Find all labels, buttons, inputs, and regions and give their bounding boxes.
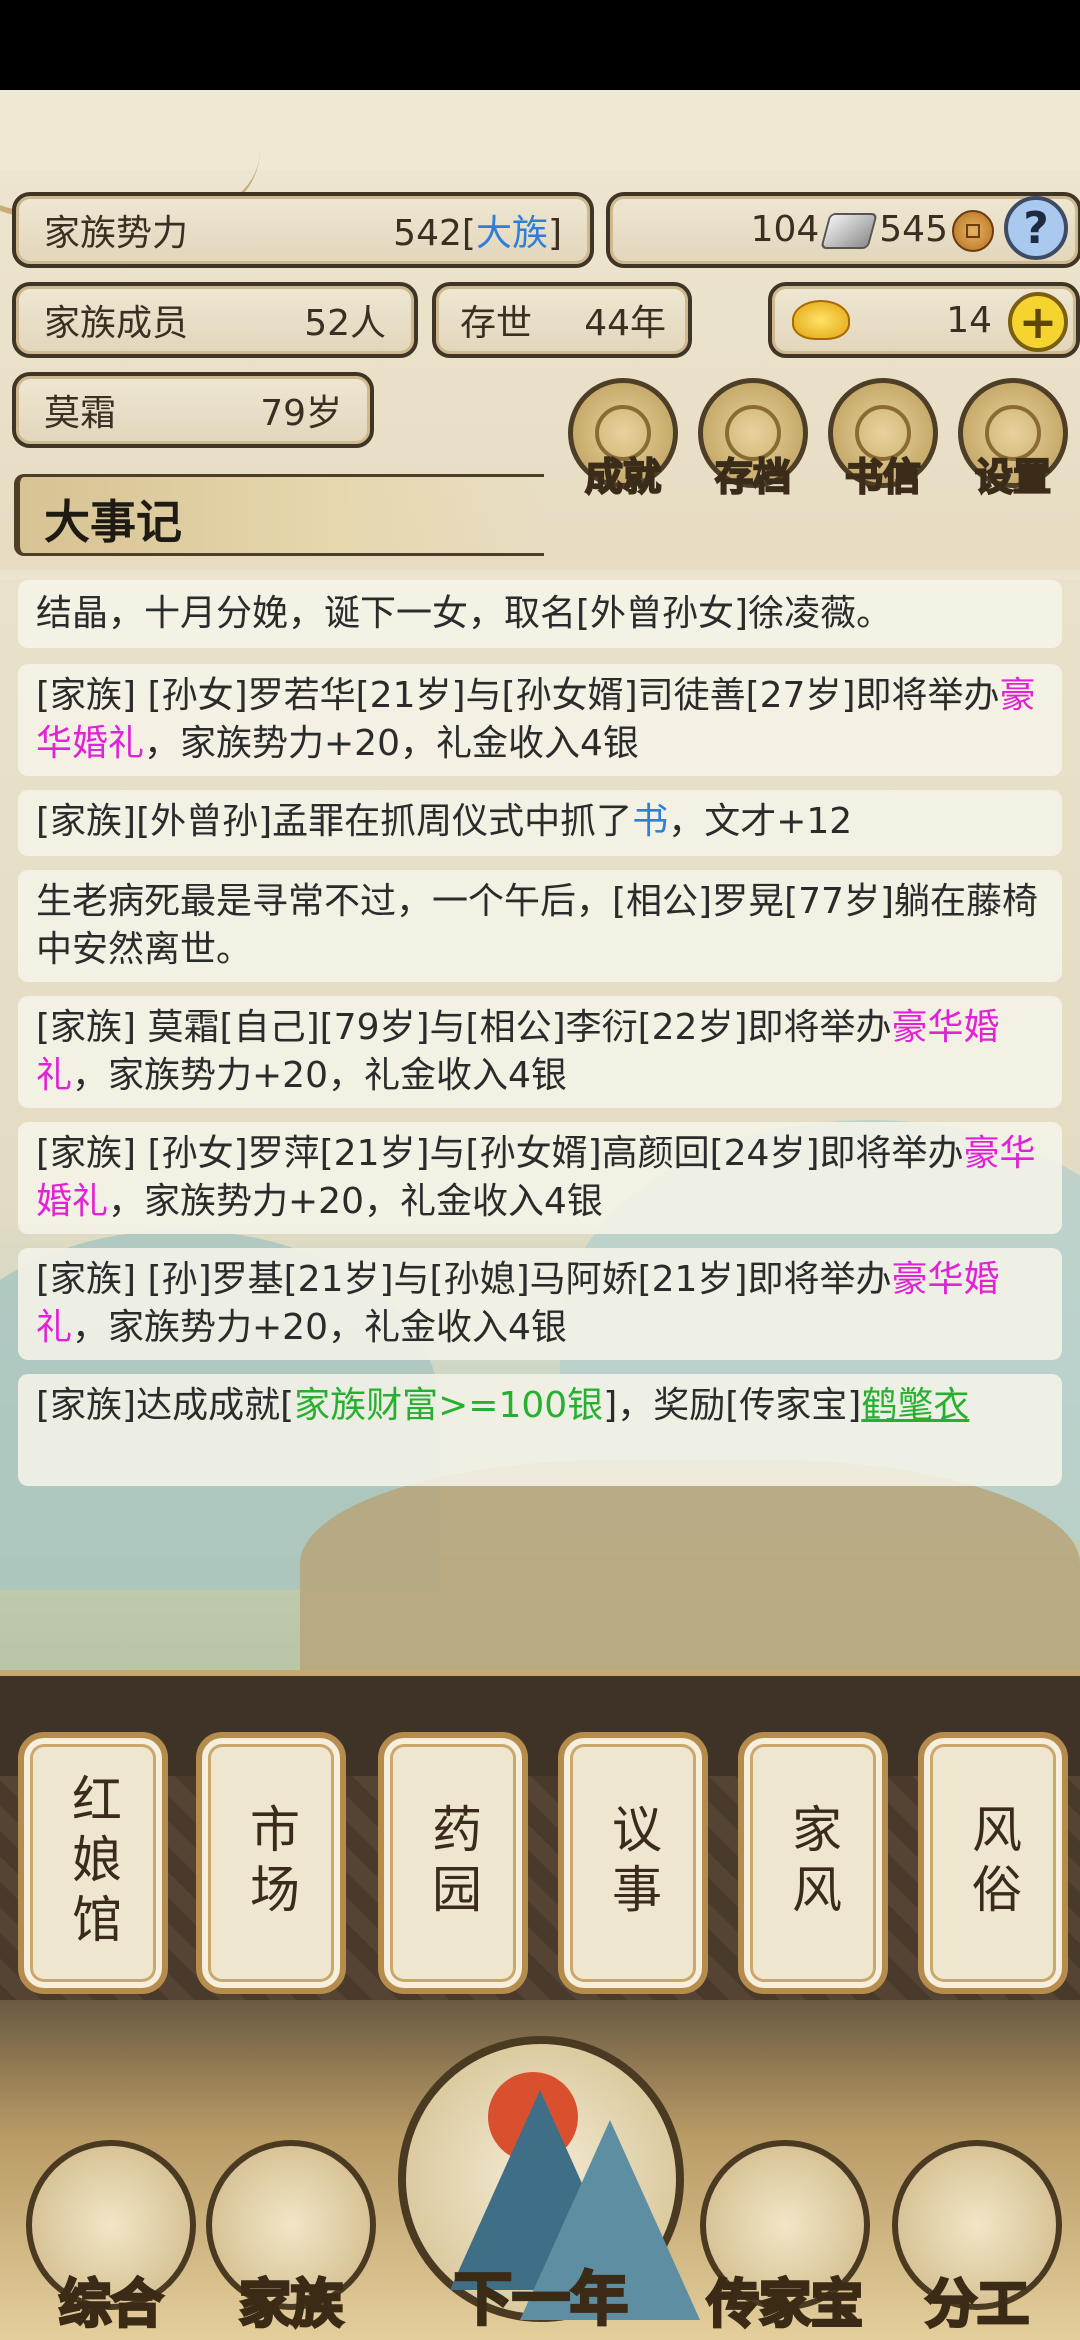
entry-2-effect: ，文才+12 — [668, 801, 853, 842]
tab-market[interactable]: 市场 — [196, 1732, 346, 1994]
family-power-label: 家族势力 — [44, 213, 189, 254]
status-bar — [0, 0, 1080, 90]
entry-6: [家族] [孙]罗基[21岁]与[孙媳]马阿娇[21岁]即将举办豪华婚礼，家族势… — [18, 1248, 1062, 1360]
chronicle-title: 大事记 — [44, 495, 182, 549]
village-scenery — [300, 1460, 1080, 1690]
tab-herb-garden[interactable]: 药园 — [378, 1732, 528, 1994]
family-power-value: 542[大族] — [393, 213, 562, 254]
add-gold-button[interactable]: + — [1008, 292, 1068, 352]
entry-4-effect: ，家族势力+20，礼金收入4银 — [72, 1055, 567, 1096]
tab-council[interactable]: 议事 — [558, 1732, 708, 1994]
division-label: 分工 — [923, 2274, 1030, 2337]
family-members-value: 52人 — [304, 303, 386, 344]
heirloom-label: 传家宝 — [705, 2274, 864, 2337]
help-button[interactable]: ? — [1004, 196, 1068, 260]
gold-ingot-icon — [792, 300, 850, 340]
family-label: 家族 — [237, 2274, 344, 2337]
entry-7-reward: ]，奖励[传家宝] — [603, 1385, 862, 1426]
tab-customs-label: 风俗 — [964, 1803, 1022, 1923]
player-box[interactable]: 莫霜 79岁 — [12, 372, 374, 448]
tab-family-style-label: 家风 — [784, 1803, 842, 1923]
existence-label: 存世 — [460, 303, 533, 344]
entry-1: [家族] [孙女]罗若华[21岁]与[孙女婿]司徒善[27岁]即将举办豪华婚礼，… — [18, 664, 1062, 776]
tab-market-label: 市场 — [242, 1803, 300, 1923]
entry-5: [家族] [孙女]罗萍[21岁]与[孙女婿]高颜回[24岁]即将举办豪华婚礼，家… — [18, 1122, 1062, 1234]
existence-box: 存世 44年 — [432, 282, 692, 358]
copper-coin-icon — [952, 209, 994, 252]
save-label: 存档 — [714, 454, 792, 500]
tab-family-style[interactable]: 家风 — [738, 1732, 888, 1994]
letters-label: 书信 — [844, 454, 922, 500]
family-members-label: 家族成员 — [44, 303, 189, 344]
settings-label: 设置 — [974, 454, 1052, 500]
entry-0-text: 结晶，十月分娩，诞下一女，取名[外曾孙女]徐凌薇。 — [36, 593, 893, 634]
copper-count: 545 — [879, 208, 948, 250]
entry-5-effect: ，家族势力+20，礼金收入4银 — [108, 1181, 603, 1222]
player-name: 莫霜 — [44, 393, 117, 434]
overview-label: 综合 — [57, 2274, 164, 2337]
silver-ingot-icon — [820, 212, 879, 249]
entry-7: [家族]达成成就[家族财富>=100银]，奖励[传家宝]鹤氅衣 — [18, 1374, 1062, 1486]
entry-5-text: [家族] [孙女]罗萍[21岁]与[孙女婿]高颜回[24岁]即将举办 — [36, 1133, 964, 1174]
family-rank: 大族 — [475, 213, 548, 254]
entry-2-text: [家族][外曾孙]孟罪在抓周仪式中抓了 — [36, 801, 633, 842]
entry-2: [家族][外曾孙]孟罪在抓周仪式中抓了书，文才+12 — [18, 790, 1062, 856]
family-members-box: 家族成员 52人 — [12, 282, 418, 358]
tab-customs[interactable]: 风俗 — [918, 1732, 1068, 1994]
entry-1-effect: ，家族势力+20，礼金收入4银 — [144, 723, 639, 764]
currency-values: 104 545 — [751, 209, 994, 252]
entry-4: [家族] 莫霜[自己][79岁]与[相公]李衍[22岁]即将举办豪华婚礼，家族势… — [18, 996, 1062, 1108]
entry-7-achievement: 家族财富>=100银 — [294, 1385, 604, 1426]
entry-1-text: [家族] [孙女]罗若华[21岁]与[孙女婿]司徒善[27岁]即将举办 — [36, 675, 1000, 716]
family-power-box: 家族势力 542[大族] — [12, 192, 594, 268]
heirloom-link[interactable]: 鹤氅衣 — [861, 1385, 969, 1426]
entry-3-text: 生老病死最是寻常不过，一个午后，[相公]罗晃[77岁]躺在藤椅中安然离世。 — [36, 881, 1038, 970]
next-year-label: 下一年 — [452, 2264, 629, 2335]
achievement-label: 成就 — [584, 454, 662, 500]
entry-6-effect: ，家族势力+20，礼金收入4银 — [72, 1307, 567, 1348]
silver-count: 104 — [750, 208, 820, 250]
entry-6-text: [家族] [孙]罗基[21岁]与[孙媳]马阿娇[21岁]即将举办 — [36, 1259, 892, 1300]
tab-matchmaker[interactable]: 红娘馆 — [18, 1732, 168, 1994]
entry-7-text: [家族]达成成就[ — [36, 1385, 295, 1426]
entry-2-item: 书 — [632, 801, 669, 842]
tab-matchmaker-label: 红娘馆 — [64, 1773, 122, 1953]
chronicle-feed[interactable]: 结晶，十月分娩，诞下一女，取名[外曾孙女]徐凌薇。 [家族] [孙女]罗若华[2… — [0, 580, 1080, 1690]
gold-count: 14 — [946, 299, 992, 341]
tab-council-label: 议事 — [604, 1803, 662, 1923]
entry-0: 结晶，十月分娩，诞下一女，取名[外曾孙女]徐凌薇。 — [18, 580, 1062, 648]
entry-3: 生老病死最是寻常不过，一个午后，[相公]罗晃[77岁]躺在藤椅中安然离世。 — [18, 870, 1062, 982]
tab-herb-garden-label: 药园 — [424, 1803, 482, 1923]
existence-value: 44年 — [584, 303, 666, 344]
entry-4-text: [家族] 莫霜[自己][79岁]与[相公]李衍[22岁]即将举办 — [36, 1007, 892, 1048]
player-age: 79岁 — [260, 393, 342, 434]
